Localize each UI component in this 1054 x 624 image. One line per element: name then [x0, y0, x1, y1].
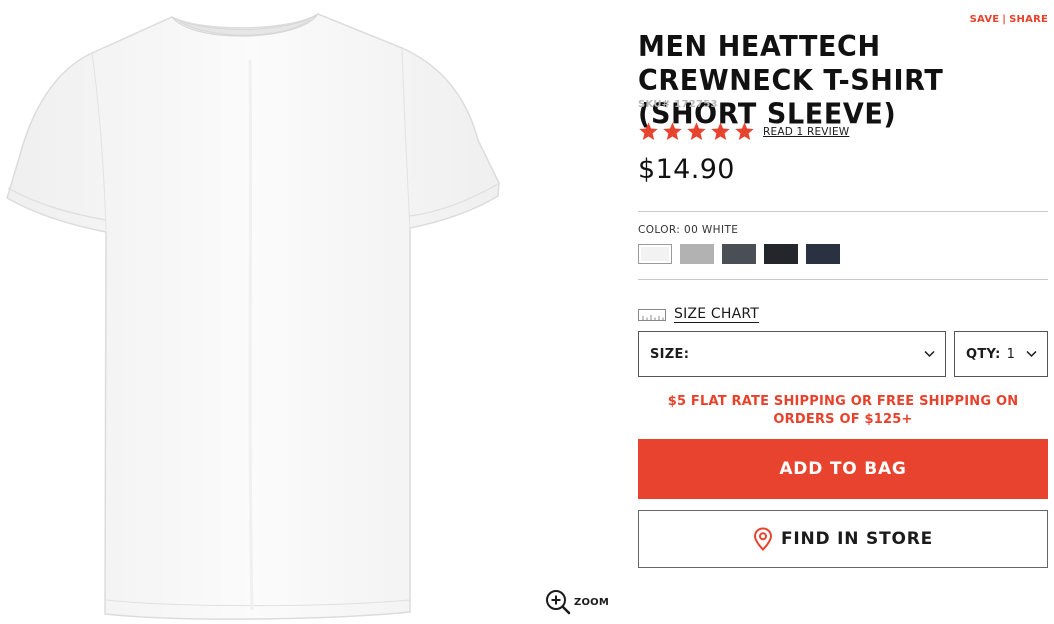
location-pin-icon — [753, 527, 772, 551]
product-rating: READ 1 REVIEW — [638, 121, 849, 142]
ruler-icon — [638, 308, 666, 321]
save-share-links: SAVE | SHARE — [970, 14, 1048, 25]
size-chart-link[interactable]: SIZE CHART — [638, 306, 760, 323]
color-label-text: COLOR: — [638, 224, 681, 236]
find-in-store-label: FIND IN STORE — [780, 529, 934, 549]
add-to-bag-button[interactable]: ADD TO BAG — [638, 439, 1048, 499]
quantity-select-label: QTY: — [966, 346, 1001, 362]
product-price: $14.90 — [638, 154, 735, 185]
read-review-link[interactable]: READ 1 REVIEW — [763, 126, 849, 138]
divider — [638, 279, 1048, 280]
color-label: COLOR: 00 WHITE — [638, 224, 738, 236]
product-title: MEN HEATTECH CREWNECK T-SHIRT (SHORT SLE… — [638, 31, 944, 131]
color-swatches — [638, 244, 840, 264]
shipping-notice: $5 FLAT RATE SHIPPING OR FREE SHIPPING O… — [667, 394, 1019, 427]
find-in-store-button[interactable]: FIND IN STORE — [638, 510, 1048, 568]
product-sku: SKU# 172753 — [638, 99, 718, 110]
chevron-down-icon — [1026, 350, 1037, 358]
selected-color-name: 00 WHITE — [684, 224, 739, 236]
star-icon — [639, 122, 658, 140]
swatch-light-gray[interactable] — [680, 244, 714, 264]
size-select-label: SIZE: — [650, 346, 690, 362]
quantity-select-value: 1 — [1006, 346, 1015, 362]
divider — [638, 211, 1048, 212]
size-select[interactable]: SIZE: — [638, 331, 946, 377]
star-icon — [711, 122, 730, 140]
quantity-select[interactable]: QTY: 1 — [954, 331, 1048, 377]
product-image-area: ZOOM — [0, 0, 620, 624]
save-share-separator: | — [1002, 14, 1007, 25]
save-link[interactable]: SAVE — [970, 14, 1000, 25]
star-icon — [735, 122, 754, 140]
swatch-dark-gray[interactable] — [722, 244, 756, 264]
star-icon — [663, 122, 682, 140]
share-link[interactable]: SHARE — [1009, 14, 1048, 25]
chevron-down-icon — [924, 350, 935, 358]
zoom-button[interactable]: ZOOM — [545, 589, 609, 615]
product-image[interactable] — [0, 0, 520, 624]
swatch-white[interactable] — [638, 244, 672, 264]
size-chart-label: SIZE CHART — [674, 306, 760, 323]
star-rating — [638, 121, 755, 142]
product-info-panel: SAVE | SHARE MEN HEATTECH CREWNECK T-SHIRT… — [638, 0, 1048, 624]
star-icon — [687, 122, 706, 140]
swatch-black[interactable] — [764, 244, 798, 264]
swatch-navy[interactable] — [806, 244, 840, 264]
zoom-in-icon — [546, 590, 571, 615]
zoom-label: ZOOM — [574, 597, 610, 608]
